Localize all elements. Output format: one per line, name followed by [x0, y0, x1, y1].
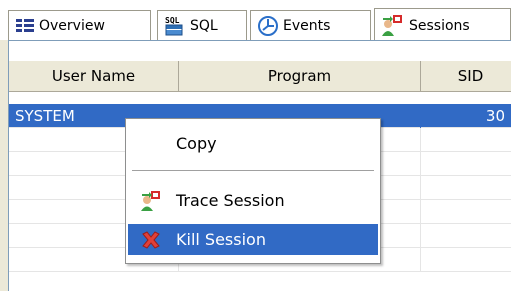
sql-icon: SQL — [164, 15, 186, 37]
tab-overview[interactable]: Overview — [8, 10, 151, 40]
table-header: User Name Program SID — [9, 41, 511, 93]
context-menu: Copy Trace Session Kill Session — [125, 118, 381, 264]
tab-strip: Overview SQL SQL Events Sessions — [0, 0, 511, 42]
trace-session-icon — [140, 190, 162, 212]
column-header-program[interactable]: Program — [179, 61, 421, 92]
tab-sessions-label: Sessions — [409, 17, 470, 34]
column-header-user-name[interactable]: User Name — [9, 61, 179, 92]
events-clock-icon — [257, 15, 279, 37]
menu-item-trace-session-label: Trace Session — [176, 191, 285, 210]
cell-sid: 30 — [421, 104, 511, 128]
tab-events-label: Events — [283, 17, 331, 34]
menu-item-kill-session-label: Kill Session — [176, 230, 266, 249]
tab-events[interactable]: Events — [250, 10, 371, 40]
tab-overview-label: Overview — [39, 17, 105, 34]
menu-item-kill-session[interactable]: Kill Session — [128, 224, 378, 255]
column-header-sid[interactable]: SID — [421, 61, 511, 92]
menu-separator — [132, 170, 374, 171]
tab-sql-label: SQL — [190, 17, 218, 34]
tab-sql[interactable]: SQL SQL — [157, 10, 247, 40]
menu-item-trace-session[interactable]: Trace Session — [128, 185, 378, 216]
menu-item-copy-label: Copy — [176, 134, 217, 153]
kill-session-icon — [140, 229, 162, 251]
sql-icon-text: SQL — [165, 16, 180, 25]
tab-sessions[interactable]: Sessions — [374, 8, 511, 42]
overview-grid-icon — [15, 18, 35, 34]
menu-item-copy[interactable]: Copy — [128, 128, 378, 159]
sessions-icon — [381, 14, 405, 38]
